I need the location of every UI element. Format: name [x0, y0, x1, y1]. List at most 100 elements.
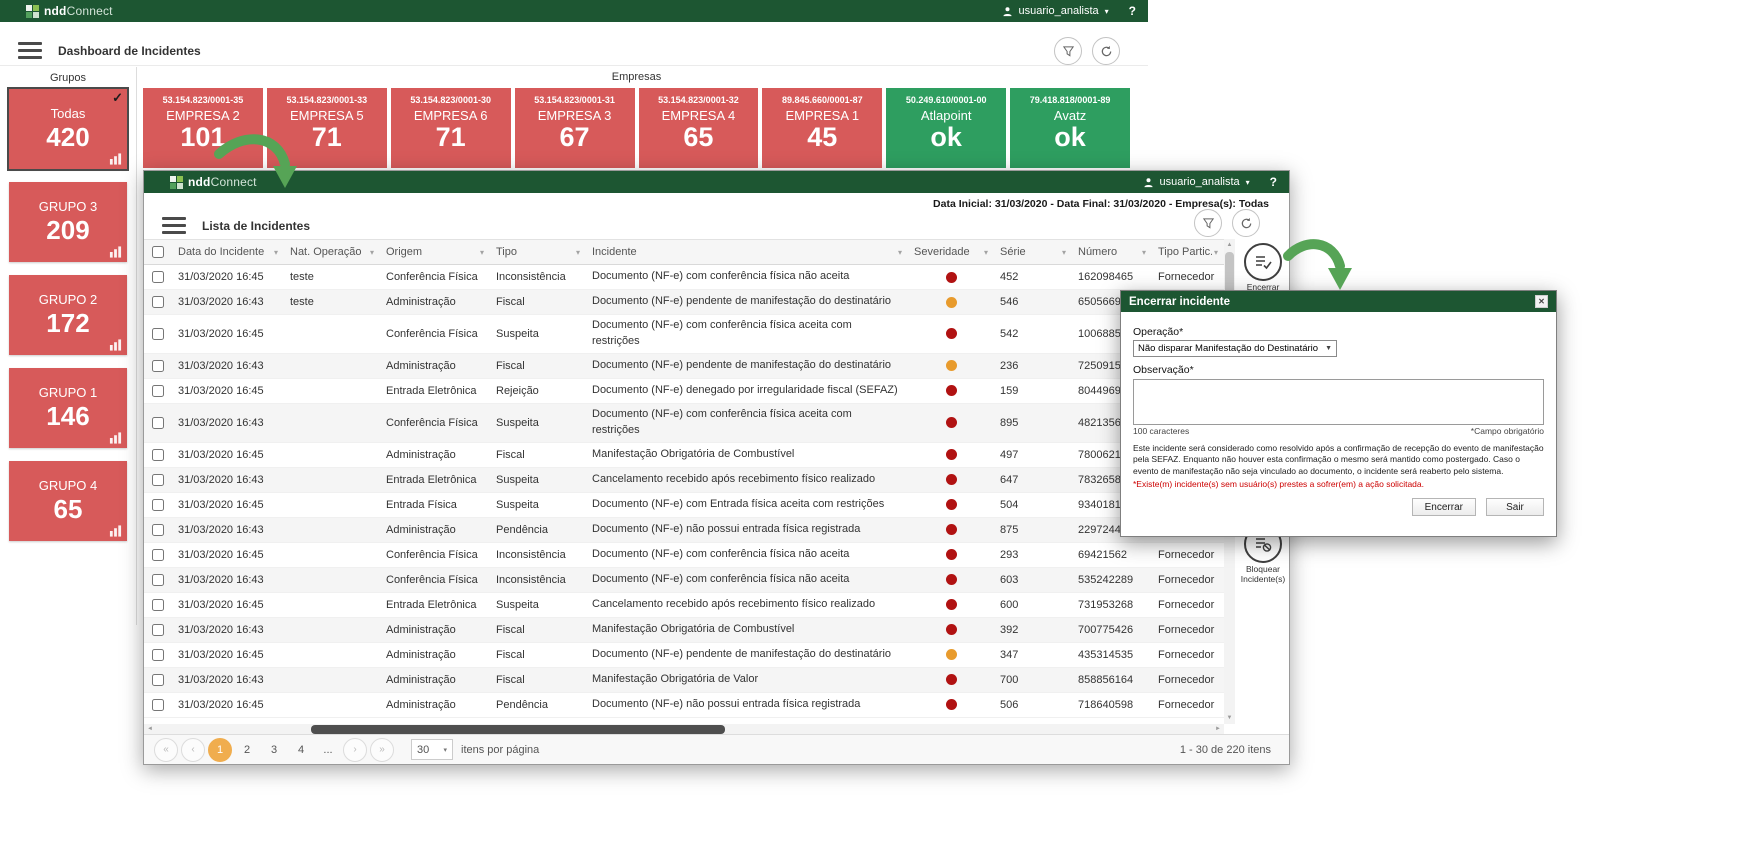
sort-caret-icon[interactable]: ▾: [1214, 248, 1218, 257]
table-row[interactable]: 31/03/2020 16:45 Conferência Física Susp…: [144, 315, 1224, 354]
menu-icon[interactable]: [18, 42, 42, 59]
sort-caret-icon[interactable]: ▾: [576, 248, 580, 257]
user-menu[interactable]: usuario_analista ▾ ?: [1143, 175, 1277, 189]
table-row[interactable]: 31/03/2020 16:43 Conferência Física Susp…: [144, 404, 1224, 443]
column-header-numero[interactable]: Número▾: [1072, 240, 1152, 264]
row-checkbox[interactable]: [152, 449, 164, 461]
help-button[interactable]: ?: [1129, 4, 1136, 18]
column-header-incidente[interactable]: Incidente▾: [586, 240, 908, 264]
row-checkbox[interactable]: [152, 271, 164, 283]
row-checkbox[interactable]: [152, 649, 164, 661]
close-icon[interactable]: ✕: [1535, 295, 1548, 308]
horizontal-scroll-thumb[interactable]: [311, 725, 725, 734]
filter-button[interactable]: [1194, 209, 1222, 237]
row-checkbox[interactable]: [152, 328, 164, 340]
filter-button[interactable]: [1054, 37, 1082, 65]
scroll-down-icon[interactable]: ▼: [1224, 712, 1235, 724]
group-card[interactable]: ✓ GRUPO 2 172: [9, 275, 127, 355]
chevron-down-icon[interactable]: ▾: [1105, 7, 1109, 16]
column-header-tipo[interactable]: Tipo▾: [490, 240, 586, 264]
menu-icon[interactable]: [162, 217, 186, 234]
user-menu[interactable]: usuario_analista ▾ ?: [1002, 4, 1136, 18]
table-row[interactable]: 31/03/2020 16:43 Administração Pendência…: [144, 518, 1224, 543]
group-card[interactable]: ✓ Todas 420: [9, 89, 127, 169]
next-page-button[interactable]: ›: [343, 738, 367, 762]
company-card[interactable]: 79.418.818/0001-89 Avatz ok: [1010, 88, 1130, 168]
table-row[interactable]: 31/03/2020 16:45 Administração Fiscal Do…: [144, 643, 1224, 668]
more-pages-button[interactable]: ...: [316, 738, 340, 762]
company-card[interactable]: 53.154.823/0001-31 EMPRESA 3 67: [515, 88, 635, 168]
row-checkbox[interactable]: [152, 360, 164, 372]
chevron-down-icon[interactable]: ▾: [1246, 178, 1250, 187]
sort-caret-icon[interactable]: ▾: [480, 248, 484, 257]
row-checkbox[interactable]: [152, 417, 164, 429]
group-card[interactable]: ✓ GRUPO 3 209: [9, 182, 127, 262]
help-button[interactable]: ?: [1270, 175, 1277, 189]
previous-page-button[interactable]: ‹: [181, 738, 205, 762]
table-row[interactable]: 31/03/2020 16:43 Administração Fiscal Do…: [144, 354, 1224, 379]
row-checkbox[interactable]: [152, 296, 164, 308]
refresh-button[interactable]: [1092, 37, 1120, 65]
row-checkbox[interactable]: [152, 599, 164, 611]
user-menu-label[interactable]: usuario_analista: [1160, 176, 1240, 188]
table-row[interactable]: 31/03/2020 16:45 Entrada Eletrônica Susp…: [144, 593, 1224, 618]
page-button[interactable]: 2: [235, 738, 259, 762]
column-header-serie[interactable]: Série▾: [994, 240, 1072, 264]
page-button[interactable]: 4: [289, 738, 313, 762]
table-row[interactable]: 31/03/2020 16:45 Entrada Física Suspeita…: [144, 493, 1224, 518]
operation-select[interactable]: Não disparar Manifestação do Destinatári…: [1133, 340, 1337, 357]
severity-dot: [946, 449, 957, 460]
row-checkbox[interactable]: [152, 574, 164, 586]
column-header-origem[interactable]: Origem▾: [380, 240, 490, 264]
table-row[interactable]: 31/03/2020 16:45 Administração Pendência…: [144, 693, 1224, 718]
column-header-tipo-participante[interactable]: Tipo Partic...▾: [1152, 240, 1224, 264]
encerrar-confirm-button[interactable]: Encerrar: [1412, 498, 1476, 516]
group-card[interactable]: ✓ GRUPO 4 65: [9, 461, 127, 541]
row-checkbox[interactable]: [152, 474, 164, 486]
row-checkbox[interactable]: [152, 699, 164, 711]
table-row[interactable]: 31/03/2020 16:43 Administração Fiscal Ma…: [144, 668, 1224, 693]
table-row[interactable]: 31/03/2020 16:45 Entrada Eletrônica Reje…: [144, 379, 1224, 404]
row-checkbox[interactable]: [152, 499, 164, 511]
table-row[interactable]: 31/03/2020 16:43 Conferência Física Inco…: [144, 568, 1224, 593]
user-menu-label[interactable]: usuario_analista: [1019, 5, 1099, 17]
table-row[interactable]: 31/03/2020 16:45 Administração Fiscal Ma…: [144, 443, 1224, 468]
table-row[interactable]: 31/03/2020 16:43 Entrada Eletrônica Susp…: [144, 468, 1224, 493]
row-checkbox[interactable]: [152, 385, 164, 397]
page-button[interactable]: 3: [262, 738, 286, 762]
group-card[interactable]: ✓ GRUPO 1 146: [9, 368, 127, 448]
observation-textarea[interactable]: [1133, 379, 1544, 425]
scroll-up-icon[interactable]: ▲: [1224, 239, 1235, 251]
row-checkbox[interactable]: [152, 674, 164, 686]
sort-caret-icon[interactable]: ▾: [984, 248, 988, 257]
page-button[interactable]: 1: [208, 738, 232, 762]
last-page-button[interactable]: »: [370, 738, 394, 762]
table-row[interactable]: 31/03/2020 16:43 teste Administração Fis…: [144, 290, 1224, 315]
row-checkbox[interactable]: [152, 549, 164, 561]
company-card[interactable]: 89.845.660/0001-87 EMPRESA 1 45: [762, 88, 882, 168]
sort-caret-icon[interactable]: ▾: [274, 248, 278, 257]
first-page-button[interactable]: «: [154, 738, 178, 762]
sort-caret-icon[interactable]: ▾: [1142, 248, 1146, 257]
row-checkbox[interactable]: [152, 624, 164, 636]
table-row[interactable]: 31/03/2020 16:45 teste Conferência Físic…: [144, 265, 1224, 290]
company-card[interactable]: 50.249.610/0001-00 Atlapoint ok: [886, 88, 1006, 168]
sort-caret-icon[interactable]: ▾: [370, 248, 374, 257]
column-header-data-incidente[interactable]: Data do Incidente▾: [172, 240, 284, 264]
column-header-severidade[interactable]: Severidade▾: [908, 240, 994, 264]
row-checkbox[interactable]: [152, 524, 164, 536]
table-row[interactable]: 31/03/2020 16:45 Conferência Física Inco…: [144, 543, 1224, 568]
company-card[interactable]: 53.154.823/0001-32 EMPRESA 4 65: [639, 88, 759, 168]
sair-button[interactable]: Sair: [1486, 498, 1544, 516]
table-row[interactable]: 31/03/2020 16:43 Administração Fiscal Ma…: [144, 618, 1224, 643]
select-all-checkbox[interactable]: [152, 246, 164, 258]
page-size-select[interactable]: 30 ▾: [411, 739, 453, 760]
company-card[interactable]: 53.154.823/0001-35 EMPRESA 2 101: [143, 88, 263, 168]
column-header-nat-operacao[interactable]: Nat. Operação▾: [284, 240, 380, 264]
sort-caret-icon[interactable]: ▾: [1062, 248, 1066, 257]
company-card[interactable]: 53.154.823/0001-30 EMPRESA 6 71: [391, 88, 511, 168]
sort-caret-icon[interactable]: ▾: [898, 248, 902, 257]
company-card[interactable]: 53.154.823/0001-33 EMPRESA 5 71: [267, 88, 387, 168]
refresh-button[interactable]: [1232, 209, 1260, 237]
encerrar-incident-button[interactable]: [1244, 243, 1282, 281]
